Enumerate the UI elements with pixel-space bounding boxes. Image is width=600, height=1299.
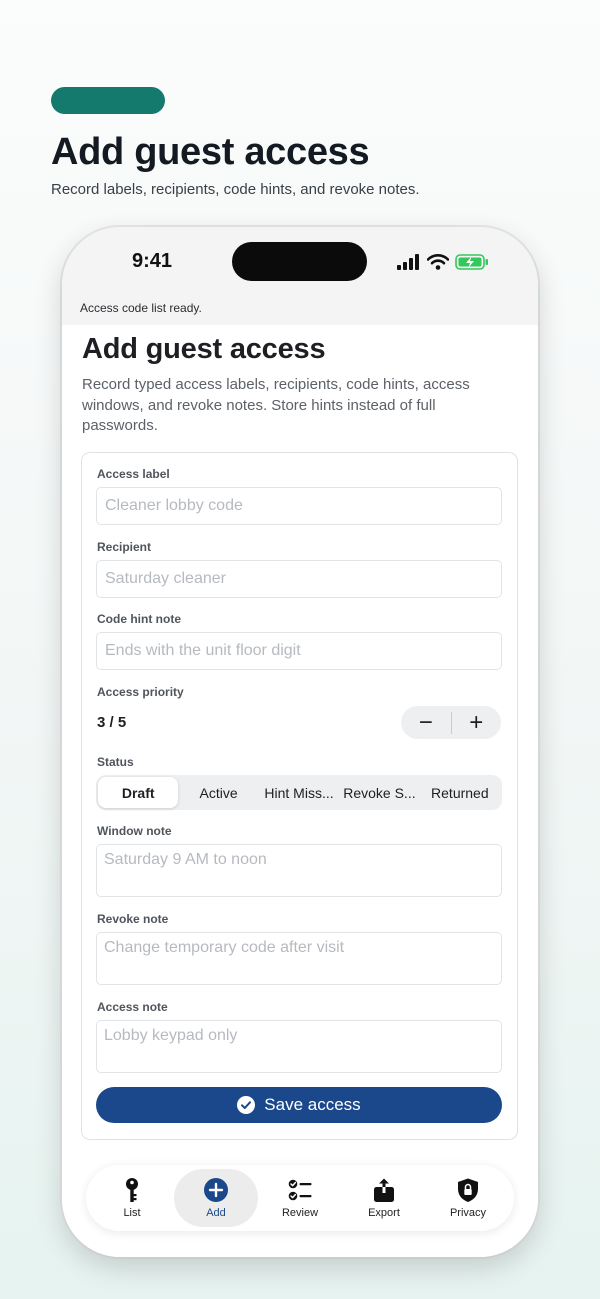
code-hint-label: Code hint note xyxy=(97,612,181,626)
bottom-tab-bar: List Add Review Export Privacy xyxy=(86,1165,514,1231)
priority-stepper: − + xyxy=(401,706,501,739)
plus-circle-icon xyxy=(204,1178,228,1202)
wifi-icon xyxy=(427,254,449,270)
save-access-label: Save access xyxy=(264,1095,361,1114)
share-icon xyxy=(374,1178,394,1202)
priority-label: Access priority xyxy=(97,685,184,699)
tab-list[interactable]: List xyxy=(90,1169,174,1227)
checkmark-circle-icon xyxy=(237,1096,256,1114)
key-icon xyxy=(126,1178,138,1202)
checklist-icon xyxy=(288,1179,312,1201)
status-label: Status xyxy=(97,755,134,769)
dynamic-island xyxy=(232,242,367,281)
status-option-returned[interactable]: Returned xyxy=(420,777,500,808)
revoke-note-input[interactable] xyxy=(96,932,502,985)
main-content: Add guest access Record typed access lab… xyxy=(62,325,538,1257)
system-icons xyxy=(397,252,489,272)
tab-add-label: Add xyxy=(206,1207,226,1219)
access-note-input[interactable] xyxy=(96,1020,502,1073)
tab-export[interactable]: Export xyxy=(342,1169,426,1227)
priority-decrement-button[interactable]: − xyxy=(401,706,451,739)
status-segmented-control: Draft Active Hint Miss... Revoke S... Re… xyxy=(96,775,502,810)
priority-value: 3 / 5 xyxy=(97,714,127,731)
recipient-input[interactable] xyxy=(96,560,502,598)
phone-frame: 9:41 Access code list ready. Add guest a… xyxy=(62,227,538,1257)
status-option-draft[interactable]: Draft xyxy=(98,777,179,808)
status-option-hint-missing[interactable]: Hint Miss... xyxy=(259,777,339,808)
save-access-button[interactable]: Save access xyxy=(96,1087,502,1123)
recipient-label: Recipient xyxy=(97,540,152,554)
tab-review-label: Review xyxy=(281,1207,319,1219)
revoke-note-label: Revoke note xyxy=(97,912,169,926)
status-banner: Access code list ready. xyxy=(80,301,202,315)
status-time: 9:41 xyxy=(132,250,173,272)
access-form-card: Access label Recipient Code hint note Ac… xyxy=(81,452,518,1140)
access-label-input[interactable] xyxy=(96,487,502,525)
hero-title: Add guest access xyxy=(51,131,370,173)
tab-export-label: Export xyxy=(368,1207,400,1219)
lock-shield-icon xyxy=(458,1178,478,1202)
code-hint-input[interactable] xyxy=(96,632,502,670)
tab-privacy[interactable]: Privacy xyxy=(426,1169,510,1227)
page-description: Record typed access labels, recipients, … xyxy=(82,376,470,434)
window-note-input[interactable] xyxy=(96,844,502,897)
tab-review[interactable]: Review xyxy=(258,1169,342,1227)
hero-accent-pill xyxy=(51,87,165,114)
priority-increment-button[interactable]: + xyxy=(451,706,501,739)
tab-privacy-label: Privacy xyxy=(449,1207,487,1219)
battery-charging-icon xyxy=(455,254,488,270)
access-note-label: Access note xyxy=(97,1000,168,1014)
hero-subtitle: Record labels, recipients, code hints, a… xyxy=(51,181,420,198)
access-label-label: Access label xyxy=(97,467,170,481)
window-note-label: Window note xyxy=(97,824,172,838)
status-option-active[interactable]: Active xyxy=(178,777,258,808)
page-title: Add guest access xyxy=(82,333,326,365)
tab-list-label: List xyxy=(123,1207,141,1219)
status-option-revoke-scheduled[interactable]: Revoke S... xyxy=(339,777,419,808)
signal-icon xyxy=(397,254,419,270)
tab-add[interactable]: Add xyxy=(174,1169,258,1227)
status-bar: 9:41 Access code list ready. xyxy=(62,227,538,325)
